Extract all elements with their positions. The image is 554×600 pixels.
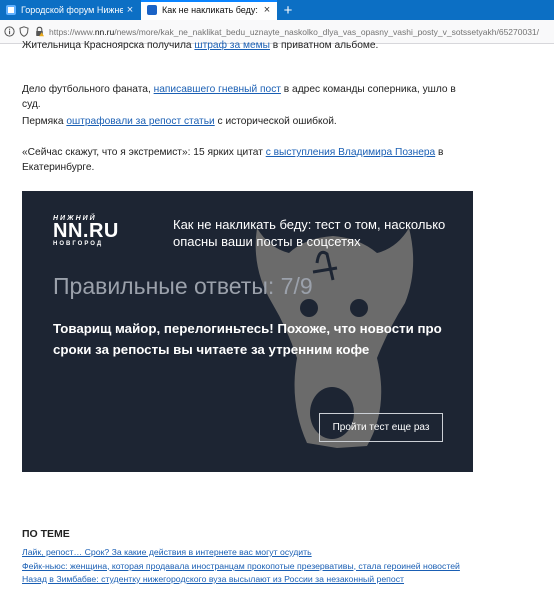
retry-quiz-button[interactable]: Пройти тест еще раз <box>319 413 443 442</box>
article-link[interactable]: написавшего гневный пост <box>154 84 281 95</box>
close-icon[interactable]: × <box>123 4 137 16</box>
article-paragraph: Пермяка оштрафовали за репост статьи с и… <box>22 114 462 129</box>
paragraph-text: Пермяка <box>22 116 67 127</box>
url-host: nn.ru <box>94 26 115 37</box>
url-prefix: https://www. <box>49 26 95 37</box>
paragraph-text: с исторической ошибкой. <box>214 116 337 127</box>
lock-icon[interactable] <box>33 26 45 38</box>
score-label: Правильные ответы: <box>53 273 275 299</box>
logo-line: NN.RU <box>53 220 119 242</box>
on-topic-link[interactable]: Фейк-ньюс: женщина, которая продавала ин… <box>22 560 542 574</box>
score-text: Правильные ответы: 7/9 <box>53 273 313 300</box>
tab-title: Как не накликать беду: тест о <box>162 5 260 15</box>
nnru-favicon-icon <box>147 5 157 15</box>
url-path: /news/more/kak_ne_naklikat_bedu_uznayte_… <box>114 26 540 37</box>
on-topic-link[interactable]: Назад в Зимбабве: студентку нижегородско… <box>22 573 542 587</box>
tab-strip: Городской форум Нижнего Н × Как не накли… <box>0 0 554 20</box>
paragraph-text: в приватном альбоме. <box>269 40 379 51</box>
tab-article[interactable]: Как не накликать беду: тест о × <box>141 0 277 20</box>
nnru-logo[interactable]: НИЖНИЙ NN.RU НОВГОРОД <box>53 215 119 247</box>
quiz-title: Как не накликать беду: тест о том, наско… <box>173 217 446 249</box>
quiz-result-banner: НИЖНИЙ NN.RU НОВГОРОД Как не накликать б… <box>22 191 473 472</box>
quiz-verdict: Товарищ майор, перелогиньтесь! Похоже, ч… <box>53 321 442 357</box>
paragraph-text: Жительница Красноярска получила <box>22 40 195 51</box>
article-paragraph: Дело футбольного фаната, написавшего гне… <box>22 82 462 112</box>
tab-forum[interactable]: Городской форум Нижнего Н × <box>0 0 140 20</box>
close-icon[interactable]: × <box>260 4 274 16</box>
on-topic-heading: ПО ТЕМЕ <box>22 528 70 540</box>
shield-icon[interactable] <box>18 26 30 38</box>
paragraph-text: «Сейчас скажут, что я экстремист»: 15 яр… <box>22 147 266 158</box>
article-link[interactable]: оштрафовали за репост статьи <box>66 116 214 127</box>
article-link[interactable]: с выступления Владимира Познера <box>266 147 435 158</box>
info-icon[interactable] <box>3 26 15 38</box>
article-paragraph: «Сейчас скажут, что я экстремист»: 15 яр… <box>22 145 462 175</box>
address-bar[interactable]: https://www.nn.ru/news/more/kak_ne_nakli… <box>49 27 539 37</box>
paragraph-text: Дело футбольного фаната, <box>22 84 154 95</box>
article-paragraph-cut: Жительница Красноярска получила штраф за… <box>22 38 462 53</box>
article-link[interactable]: штраф за мемы <box>194 40 270 51</box>
new-tab-button[interactable]: + <box>280 0 296 20</box>
tab-title: Городской форум Нижнего Н <box>21 5 123 15</box>
score-value: 7/9 <box>280 273 313 299</box>
forum-favicon-icon <box>6 5 16 15</box>
on-topic-link[interactable]: Лайк, репост… Срок? За какие действия в … <box>22 546 542 560</box>
on-topic-list: Лайк, репост… Срок? За какие действия в … <box>22 546 542 587</box>
